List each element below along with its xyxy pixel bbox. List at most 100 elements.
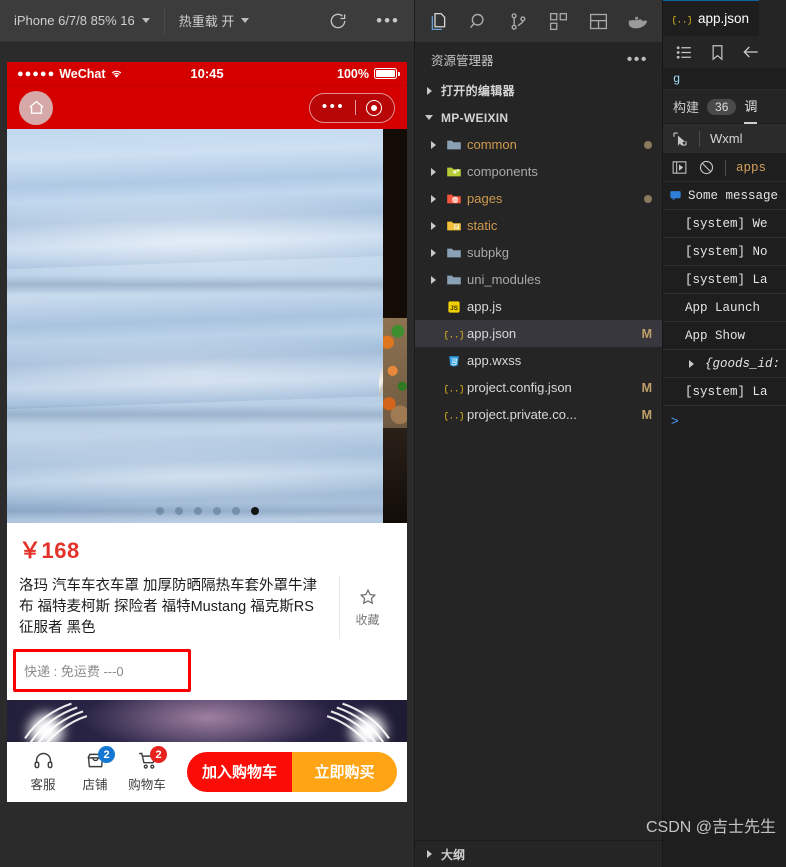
activity-docker[interactable]	[618, 0, 658, 42]
toolbar-divider	[725, 159, 726, 176]
log-entry[interactable]: App Show	[663, 322, 786, 350]
tree-item-subpkg[interactable]: subpkg	[415, 239, 662, 266]
carousel-dot[interactable]	[193, 506, 202, 515]
twisty[interactable]	[415, 191, 441, 207]
tree-item-project-config-json[interactable]: {..} project.config.json M	[415, 374, 662, 401]
log-entry[interactable]: [system] No	[663, 238, 786, 266]
more-horizontal-icon[interactable]: •••	[627, 51, 648, 68]
back-arrow-icon[interactable]	[741, 42, 761, 62]
simulator-more-button[interactable]: •••	[362, 0, 414, 42]
twisty[interactable]	[415, 164, 441, 180]
section-open-editors[interactable]: 打开的编辑器	[415, 77, 662, 104]
wechat-capsule[interactable]: •••	[309, 92, 395, 123]
banner-decor-icon	[326, 702, 390, 742]
tree-item-project-private-config-json[interactable]: {..} project.private.co... M	[415, 401, 662, 428]
tree-item-static[interactable]: static	[415, 212, 662, 239]
device-selector-label: iPhone 6/7/8 85% 16	[14, 13, 135, 28]
tree-item-label: uni_modules	[467, 272, 541, 287]
tree-item-app-json[interactable]: {..} app.json M	[415, 320, 662, 347]
tab-debug[interactable]: 调	[744, 90, 758, 124]
explorer-title: 资源管理器	[431, 54, 494, 68]
git-modified-badge: M	[641, 407, 652, 422]
activity-source-control[interactable]	[499, 0, 539, 42]
cursor-select-icon[interactable]	[671, 130, 689, 148]
log-text: App Launch	[685, 300, 761, 315]
activity-bar	[415, 0, 662, 42]
console-prompt[interactable]: >	[663, 406, 786, 434]
log-text: Some message	[688, 188, 779, 203]
log-entry[interactable]: App Launch	[663, 294, 786, 322]
log-text: [system] La	[685, 384, 768, 399]
log-entry[interactable]: [system] La	[663, 378, 786, 406]
log-entry[interactable]: [system] La	[663, 266, 786, 294]
list-icon[interactable]	[675, 43, 694, 62]
carousel-dot[interactable]	[212, 506, 221, 515]
cart-badge: 2	[150, 746, 167, 764]
debugger-filter-text[interactable]: apps	[736, 161, 766, 175]
activity-files[interactable]	[419, 0, 459, 42]
chevron-right-icon	[425, 272, 441, 288]
refresh-button[interactable]	[314, 0, 362, 42]
tree-item-pages[interactable]: <> pages	[415, 185, 662, 212]
home-button[interactable]	[19, 90, 53, 125]
build-count-badge: 36	[707, 98, 737, 115]
shop-badge: 2	[98, 746, 115, 764]
favorite-button[interactable]: 收藏	[339, 575, 395, 639]
log-entry[interactable]: [system] We	[663, 210, 786, 238]
device-selector[interactable]: iPhone 6/7/8 85% 16	[0, 0, 164, 42]
carousel-dot[interactable]	[174, 506, 183, 515]
section-project-root[interactable]: MP-WEIXIN	[415, 104, 662, 131]
product-action-bar: 客服 2 店铺 2 购物车 加入购物车 立即购买	[7, 741, 407, 802]
debugger-tab-bar: 构建 36 调	[663, 90, 786, 124]
carousel-indicator[interactable]	[7, 506, 407, 515]
log-entry-object[interactable]: {goods_id:	[663, 350, 786, 378]
twisty[interactable]	[415, 245, 441, 261]
carousel-dot[interactable]	[155, 506, 164, 515]
console-log-list[interactable]: Some message [system] We [system] No [sy…	[663, 182, 786, 867]
editor-code-line[interactable]: g	[663, 68, 786, 90]
tree-item-app-wxss[interactable]: app.wxss	[415, 347, 662, 374]
tree-item-app-js[interactable]: JS app.js	[415, 293, 662, 320]
capsule-target-icon[interactable]	[366, 99, 383, 116]
carousel-slide-next	[379, 129, 407, 523]
carousel-dot[interactable]	[231, 506, 240, 515]
buy-now-button[interactable]: 立即购买	[292, 751, 397, 792]
product-title: 洛玛 汽车车衣车罩 加厚防晒隔热车套外罩牛津布 福特麦柯斯 探险者 福特Must…	[19, 577, 318, 636]
chevron-down-icon	[421, 110, 437, 126]
tree-item-uni-modules[interactable]: uni_modules	[415, 266, 662, 293]
add-to-cart-button[interactable]: 加入购物车	[187, 751, 292, 792]
customer-service-button[interactable]: 客服	[17, 750, 69, 793]
hot-reload-selector[interactable]: 热重载 开	[165, 0, 264, 42]
log-entry[interactable]: Some message	[663, 182, 786, 210]
chevron-right-icon	[421, 83, 437, 99]
activity-extensions[interactable]	[538, 0, 578, 42]
debugger-wxml-tab[interactable]: Wxml	[710, 131, 743, 146]
clear-console-icon[interactable]	[698, 159, 715, 176]
twisty[interactable]	[415, 137, 441, 153]
product-info: ￥168 洛玛 汽车车衣车罩 加厚防晒隔热车套外罩牛津布 福特麦柯斯 探险者 福…	[7, 522, 407, 700]
promo-banner[interactable]	[7, 699, 407, 742]
tree-item-label: common	[467, 137, 517, 152]
bookmark-icon[interactable]	[708, 43, 727, 62]
section-outline[interactable]: 大纲	[415, 840, 662, 867]
refresh-icon	[330, 13, 346, 28]
tree-item-components[interactable]: components	[415, 158, 662, 185]
tab-app-json[interactable]: {..} app.json	[663, 0, 760, 36]
folder-static-icon	[441, 218, 467, 234]
tree-item-label: app.json	[467, 326, 517, 341]
step-into-icon[interactable]	[671, 159, 688, 176]
tree-item-label: components	[467, 164, 538, 179]
tree-item-common[interactable]: common	[415, 131, 662, 158]
activity-layout[interactable]	[578, 0, 618, 42]
product-carousel[interactable]	[7, 129, 407, 523]
shop-button[interactable]: 2 店铺	[69, 746, 121, 793]
activity-search[interactable]	[459, 0, 499, 42]
expand-arrow-icon[interactable]	[683, 356, 699, 372]
folder-icon	[441, 245, 467, 261]
carousel-dot-active[interactable]	[250, 506, 259, 515]
tab-build[interactable]: 构建	[673, 97, 699, 116]
cart-button[interactable]: 2 购物车	[121, 746, 173, 793]
twisty[interactable]	[415, 218, 441, 234]
capsule-more-icon[interactable]: •••	[312, 99, 355, 117]
twisty[interactable]	[415, 272, 441, 288]
